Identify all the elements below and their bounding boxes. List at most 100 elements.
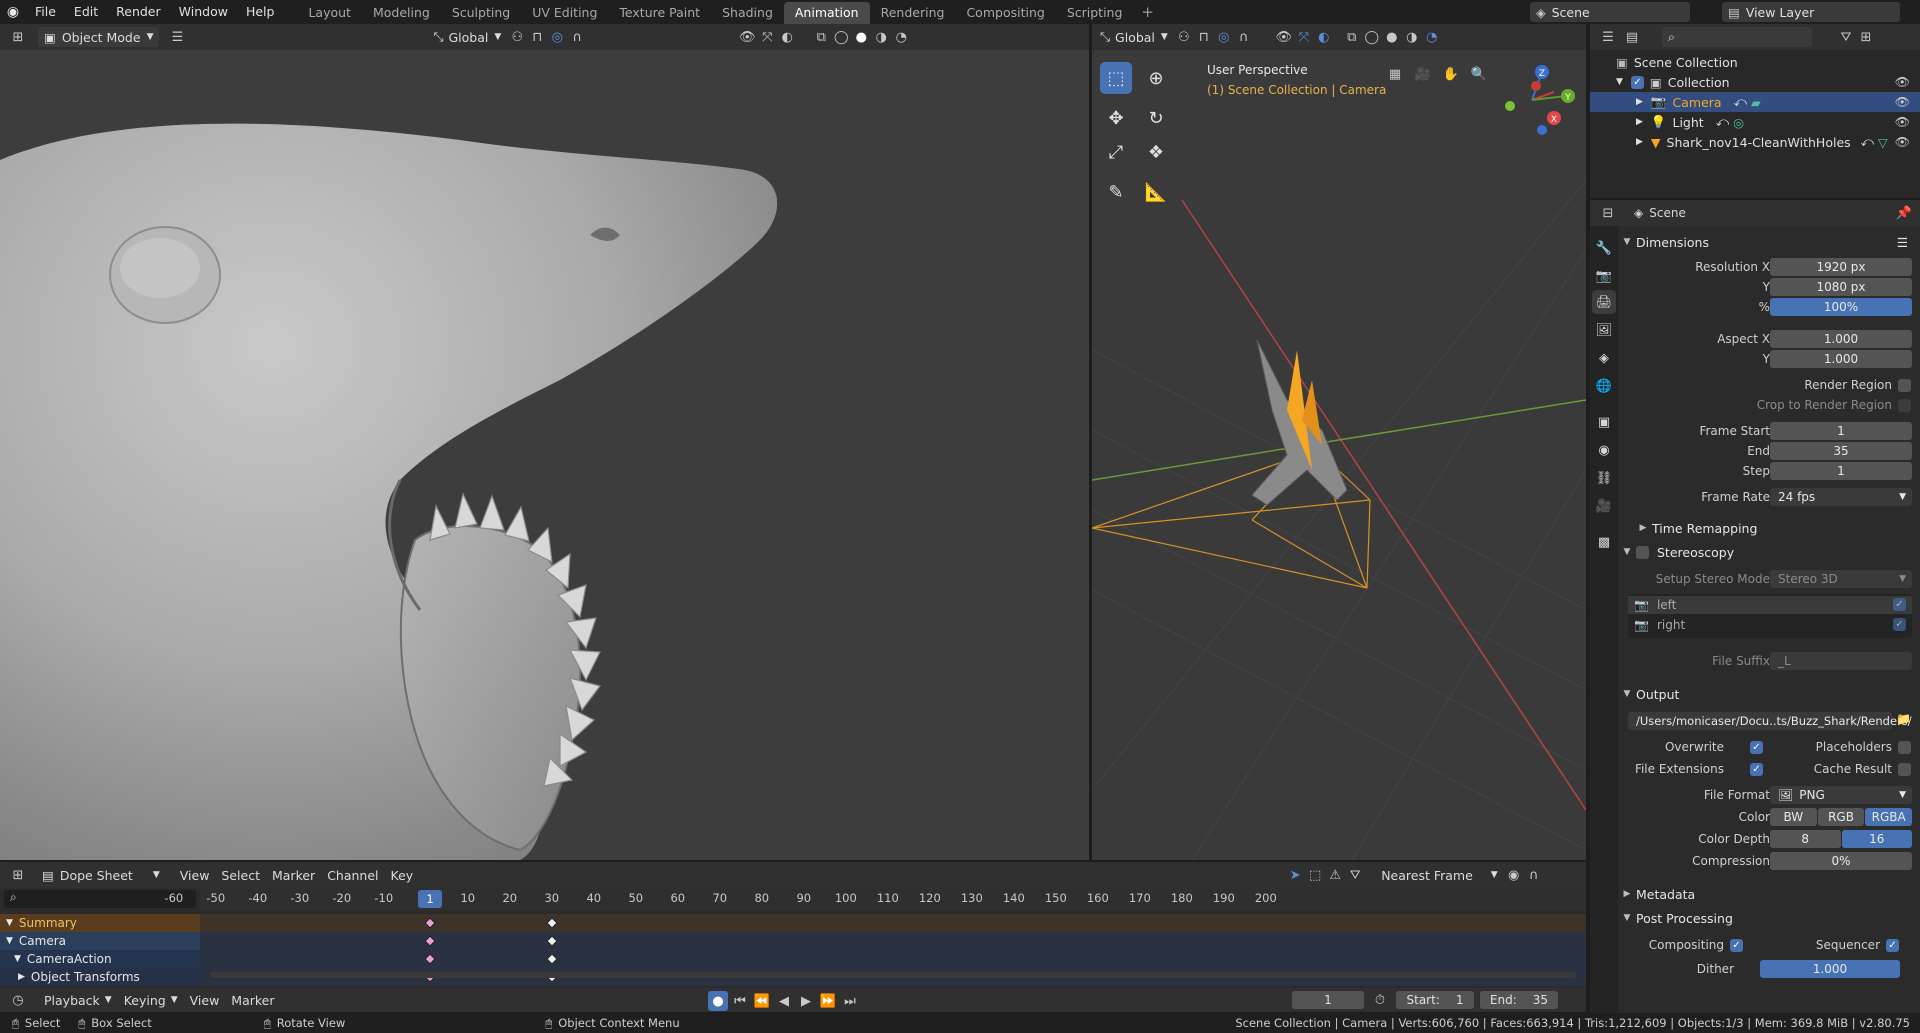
stereo-mode-select[interactable]: Stereo 3D ▼ xyxy=(1770,570,1912,588)
annotate-tool-icon[interactable]: ✎ xyxy=(1100,176,1132,208)
snap-icon[interactable]: ⊓ xyxy=(1194,27,1214,47)
dopesheet-menu-marker[interactable]: Marker xyxy=(266,865,321,885)
folder-icon[interactable]: 📁 xyxy=(1896,712,1911,726)
color-bw-button[interactable]: BW xyxy=(1770,808,1817,826)
dopesheet-menu-view[interactable]: View xyxy=(174,865,216,885)
snap-mode-selector[interactable]: Nearest Frame ▼ xyxy=(1375,865,1504,885)
scale-tool-icon[interactable]: ⤢ xyxy=(1100,136,1132,168)
tab-sculpting[interactable]: Sculpting xyxy=(441,2,521,24)
jump-start-icon[interactable]: ⏮ xyxy=(730,991,750,1011)
object-data-tab-icon[interactable]: 🎥 xyxy=(1592,494,1616,518)
eye-icon[interactable]: 👁 xyxy=(1895,75,1910,89)
tab-layout[interactable]: Layout xyxy=(297,2,362,24)
keyframe[interactable] xyxy=(424,953,436,965)
expand-icon[interactable]: ▼ xyxy=(6,918,13,928)
outliner-row-shark[interactable]: ▶ ▼ Shark_nov14-CleanWithHoles ⤺ ▽ 👁 xyxy=(1590,132,1920,152)
outliner-row-collection[interactable]: ▼ ✓ ▣ Collection 👁 xyxy=(1590,72,1920,92)
outliner-row-camera[interactable]: ▶ 📷 Camera ⤺ ▰ 👁 xyxy=(1590,92,1920,112)
keyframe[interactable] xyxy=(546,917,558,929)
measure-tool-icon[interactable]: 📐 xyxy=(1140,176,1172,208)
transform-orientation-selector-right[interactable]: ⤡ Global ▼ xyxy=(1094,27,1174,47)
stereo-view-left[interactable]: 📷 left ✓ xyxy=(1628,596,1912,614)
cache-result-checkbox[interactable] xyxy=(1898,763,1911,776)
falloff-icon[interactable]: ∩ xyxy=(1524,865,1544,885)
texture-tab-icon[interactable]: ▩ xyxy=(1592,530,1616,554)
eye-icon[interactable]: 👁 xyxy=(1895,115,1910,129)
tab-modeling[interactable]: Modeling xyxy=(362,2,441,24)
menu-help[interactable]: Help xyxy=(237,0,284,24)
tab-animation[interactable]: Animation xyxy=(783,2,870,24)
snap-icon[interactable]: ⊓ xyxy=(527,27,547,47)
constraints-tab-icon[interactable]: ⛓ xyxy=(1592,466,1616,490)
view-layer-tab-icon[interactable]: 🖼 xyxy=(1592,318,1616,342)
collection-checkbox[interactable]: ✓ xyxy=(1630,75,1644,89)
stereoscopy-section-header[interactable]: ▼ Stereoscopy xyxy=(1618,540,1920,564)
dopesheet-menu-select[interactable]: Select xyxy=(215,865,266,885)
pin-icon[interactable]: 📌 xyxy=(1894,203,1914,223)
physics-tab-icon[interactable]: ◉ xyxy=(1592,438,1616,462)
tab-texture-paint[interactable]: Texture Paint xyxy=(608,2,711,24)
properties-editor-icon[interactable]: ⊟ xyxy=(1598,203,1618,223)
show-hidden-icon[interactable]: ⬚ xyxy=(1305,865,1325,885)
frame-end-field[interactable]: 35 xyxy=(1770,442,1912,460)
file-format-select[interactable]: 🖼 PNG ▼ xyxy=(1770,786,1912,804)
file-extensions-checkbox[interactable]: ✓ xyxy=(1750,763,1763,776)
eye-icon[interactable]: 👁 xyxy=(1895,135,1910,149)
errors-icon[interactable]: ⚠ xyxy=(1325,865,1345,885)
stopwatch-icon[interactable]: ⏱ xyxy=(1370,990,1390,1010)
new-collection-icon[interactable]: ⊞ xyxy=(1856,27,1876,47)
expand-icon[interactable]: ▶ xyxy=(1636,117,1643,127)
output-section-header[interactable]: ▼ Output xyxy=(1618,682,1920,706)
play-icon[interactable]: ▶ xyxy=(796,991,816,1011)
horizontal-scrollbar[interactable] xyxy=(210,972,1576,978)
camera-view-icon[interactable]: 🎥 xyxy=(1413,64,1433,84)
transform-orientation-selector[interactable]: ⤡ Global ▼ xyxy=(427,27,507,47)
post-processing-section-header[interactable]: ▼ Post Processing xyxy=(1618,906,1920,930)
right-3d-viewport[interactable]: Z X Y xyxy=(1092,50,1586,860)
expand-icon[interactable]: ▶ xyxy=(1636,97,1643,107)
keyframe[interactable] xyxy=(424,935,436,947)
proportional-edit-icon[interactable]: ◎ xyxy=(547,27,567,47)
expand-icon[interactable]: ▼ xyxy=(14,954,21,964)
depth-8-button[interactable]: 8 xyxy=(1770,830,1841,848)
stereoscopy-checkbox[interactable] xyxy=(1636,545,1649,559)
dopesheet-menu-key[interactable]: Key xyxy=(385,865,420,885)
zoom-icon[interactable]: 🔍 xyxy=(1469,64,1489,84)
menu-file[interactable]: File xyxy=(26,0,65,24)
filter-icon[interactable]: ⛛ xyxy=(1836,27,1856,47)
overlay-icon[interactable]: ◐ xyxy=(777,27,797,47)
display-mode-icon[interactable]: ▤ xyxy=(1622,27,1642,47)
pan-hand-icon[interactable]: ✋ xyxy=(1441,64,1461,84)
editor-type-icon[interactable]: ⊞ xyxy=(8,27,28,47)
crop-region-checkbox[interactable] xyxy=(1898,399,1911,412)
output-tab-icon[interactable]: 🖨 xyxy=(1592,290,1616,314)
stereo-left-checkbox[interactable]: ✓ xyxy=(1893,598,1906,611)
current-frame-field[interactable]: 1 xyxy=(1292,991,1364,1009)
visibility-icon[interactable]: 👁 xyxy=(1274,27,1294,47)
placeholders-checkbox[interactable] xyxy=(1898,741,1911,754)
timeline-menu-keying[interactable]: Keying ▼ xyxy=(118,990,184,1010)
xray-icon[interactable]: ⧉ xyxy=(1342,27,1362,47)
dimensions-section-header[interactable]: ▼ Dimensions ☰ xyxy=(1618,230,1920,254)
stereo-right-checkbox[interactable]: ✓ xyxy=(1893,618,1906,631)
aspect-y-field[interactable]: 1.000 xyxy=(1770,350,1912,368)
expand-icon[interactable]: ▼ xyxy=(6,936,13,946)
output-path-field[interactable]: /Users/monicaser/Docu..ts/Buzz_Shark/Ren… xyxy=(1628,712,1912,730)
expand-icon[interactable]: ▶ xyxy=(1636,137,1643,147)
world-tab-icon[interactable]: 🌐 xyxy=(1592,374,1616,398)
timeline-menu-view[interactable]: View xyxy=(184,990,226,1010)
expand-icon[interactable]: ▼ xyxy=(1616,77,1623,87)
render-region-checkbox[interactable] xyxy=(1898,379,1911,392)
material-shading-icon[interactable]: ◑ xyxy=(1402,27,1422,47)
eye-icon[interactable]: 👁 xyxy=(1895,95,1910,109)
cursor-tool-icon[interactable]: ⊕ xyxy=(1140,62,1172,94)
outliner-editor-icon[interactable]: ☰ xyxy=(1598,27,1618,47)
visibility-icon[interactable]: 👁 xyxy=(737,27,757,47)
frame-ruler[interactable]: -60 -50 -40 -30 -20 -10 10 20 30 40 50 60 70 80 90 100 1… xyxy=(164,888,1586,910)
color-rgba-button[interactable]: RGBA xyxy=(1865,808,1913,826)
resolution-y-field[interactable]: 1080 px xyxy=(1770,278,1912,296)
timeline-menu-playback[interactable]: Playback ▼ xyxy=(38,990,118,1010)
start-frame-field[interactable]: Start: 1 xyxy=(1396,991,1474,1009)
channel-camera-action[interactable]: ▼ CameraAction xyxy=(0,950,200,968)
left-3d-viewport[interactable] xyxy=(0,50,1089,860)
